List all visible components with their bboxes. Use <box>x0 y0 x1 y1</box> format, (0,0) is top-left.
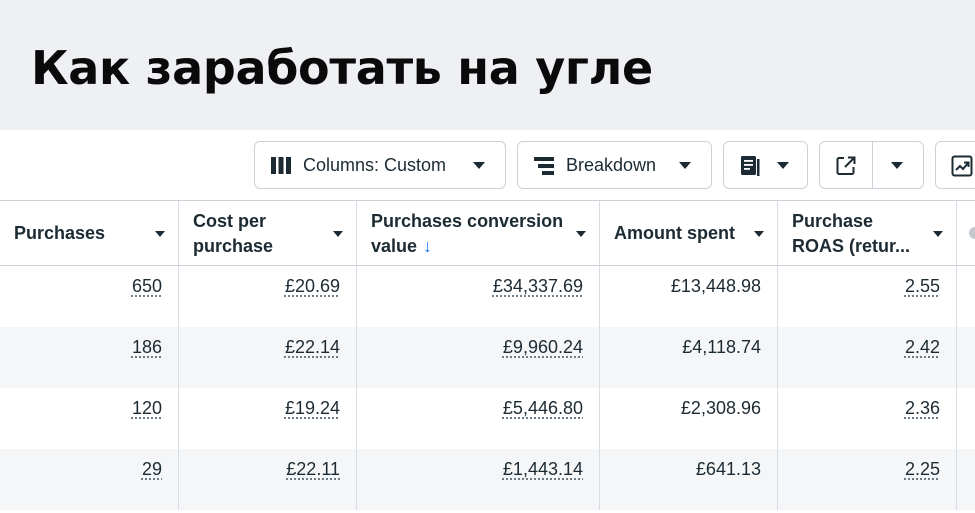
conversion-value[interactable]: £1,443.14 <box>503 459 583 480</box>
sort-descending-icon: ↓ <box>423 236 432 256</box>
chevron-down-icon <box>473 162 485 169</box>
breakdown-button-label: Breakdown <box>566 155 656 176</box>
cost-per-purchase-value[interactable]: £20.69 <box>285 276 340 297</box>
roas-value[interactable]: 2.36 <box>905 398 940 419</box>
columns-button-label: Columns: Custom <box>303 155 446 176</box>
cost-per-purchase-value[interactable]: £19.24 <box>285 398 340 419</box>
conversion-value[interactable]: £34,337.69 <box>493 276 583 297</box>
column-header-purchases-conversion-value[interactable]: Purchases conversion value ↓ <box>357 201 600 265</box>
column-header-label: Purchases <box>14 221 105 246</box>
button-divider <box>872 142 873 188</box>
column-header-label: Cost per purchase <box>193 209 273 259</box>
columns-button[interactable]: Columns: Custom <box>254 141 506 189</box>
conversion-value[interactable]: £5,446.80 <box>503 398 583 419</box>
column-header-label: Purchase ROAS (retur... <box>792 209 910 259</box>
sort-menu-icon[interactable] <box>576 231 586 237</box>
sort-menu-icon[interactable] <box>333 231 343 237</box>
export-button[interactable] <box>819 141 924 189</box>
purchases-value[interactable]: 186 <box>132 337 162 358</box>
external-link-icon <box>835 155 857 182</box>
column-header-purchase-roas[interactable]: Purchase ROAS (retur... <box>778 201 957 265</box>
amount-spent-value: £4,118.74 <box>682 337 761 358</box>
column-header-purchases[interactable]: Purchases <box>0 201 179 265</box>
table-row: 29 £22.11 £1,443.14 £641.13 2.25 <box>0 449 975 510</box>
purchases-value[interactable]: 120 <box>132 398 162 419</box>
cost-per-purchase-value[interactable]: £22.14 <box>285 337 340 358</box>
results-table: Purchases Cost per purchase Purchases con… <box>0 200 975 513</box>
conversion-value[interactable]: £9,960.24 <box>503 337 583 358</box>
breakdown-button[interactable]: Breakdown <box>517 141 712 189</box>
title-banner: Как заработать на угле <box>0 0 975 130</box>
column-header-label: Purchases conversion value ↓ <box>371 209 563 259</box>
breakdown-icon <box>534 157 554 180</box>
sort-menu-icon[interactable] <box>754 231 764 237</box>
table-header: Purchases Cost per purchase Purchases con… <box>0 200 975 266</box>
amount-spent-value: £13,448.98 <box>671 276 761 297</box>
purchases-value[interactable]: 650 <box>132 276 162 297</box>
table-row: 120 £19.24 £5,446.80 £2,308.96 2.36 <box>0 388 975 449</box>
chevron-down-icon <box>679 162 691 169</box>
amount-spent-value: £641.13 <box>696 459 761 480</box>
sort-menu-icon[interactable] <box>933 231 943 237</box>
column-header-cost-per-purchase[interactable]: Cost per purchase <box>179 201 357 265</box>
column-header-more[interactable] <box>957 201 975 265</box>
page-title: Как заработать на угле <box>31 40 653 96</box>
charts-button[interactable] <box>935 141 975 189</box>
table-toolbar: Columns: Custom Breakdown <box>0 130 975 200</box>
roas-value[interactable]: 2.55 <box>905 276 940 297</box>
table-row: 186 £22.14 £9,960.24 £4,118.74 2.42 <box>0 327 975 388</box>
amount-spent-value: £2,308.96 <box>681 398 761 419</box>
chevron-down-icon <box>777 162 789 169</box>
table-row: 650 £20.69 £34,337.69 £13,448.98 2.55 <box>0 266 975 327</box>
columns-icon <box>271 157 291 179</box>
sort-menu-icon[interactable] <box>155 231 165 237</box>
column-header-amount-spent[interactable]: Amount spent <box>600 201 778 265</box>
roas-value[interactable]: 2.25 <box>905 459 940 480</box>
reports-button[interactable] <box>723 141 808 189</box>
column-header-label: Amount spent <box>614 221 735 246</box>
cost-per-purchase-value[interactable]: £22.11 <box>286 459 340 480</box>
purchases-value[interactable]: 29 <box>142 459 162 480</box>
reports-icon <box>739 155 761 182</box>
roas-value[interactable]: 2.42 <box>905 337 940 358</box>
info-icon <box>969 227 975 239</box>
chart-trend-icon <box>951 155 973 182</box>
chevron-down-icon[interactable] <box>891 162 903 169</box>
